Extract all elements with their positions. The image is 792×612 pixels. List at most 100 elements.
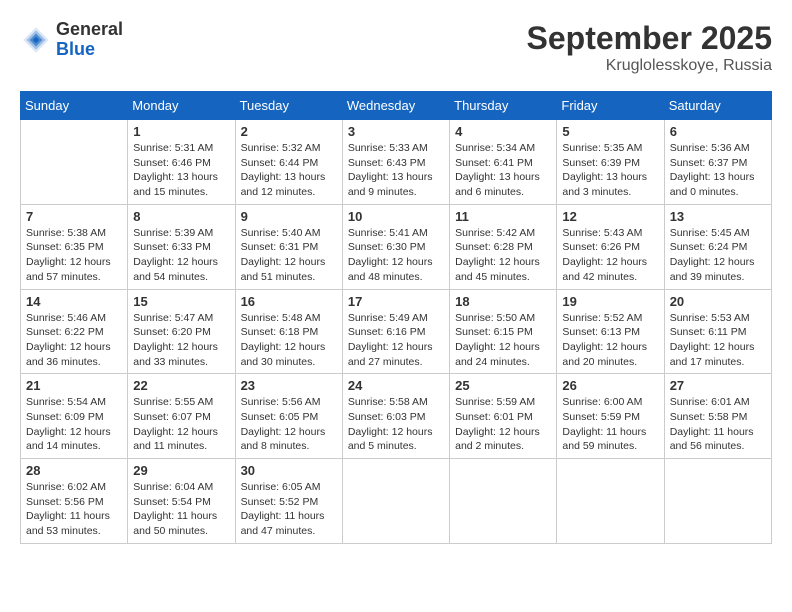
calendar-cell: 1 Sunrise: 5:31 AM Sunset: 6:46 PM Daylig… (128, 120, 235, 205)
logo-blue: Blue (56, 40, 123, 60)
calendar-cell: 28 Sunrise: 6:02 AM Sunset: 5:56 PM Dayli… (21, 459, 128, 544)
calendar-cell: 25 Sunrise: 5:59 AM Sunset: 6:01 PM Dayli… (450, 374, 557, 459)
logo-icon (20, 24, 52, 56)
day-number: 25 (455, 378, 551, 393)
day-number: 17 (348, 294, 444, 309)
day-info: Sunrise: 5:36 AM Sunset: 6:37 PM Dayligh… (670, 141, 766, 200)
day-info: Sunrise: 5:56 AM Sunset: 6:05 PM Dayligh… (241, 395, 337, 454)
logo-text: General Blue (56, 20, 123, 60)
day-number: 5 (562, 124, 658, 139)
calendar-cell: 19Sunrise: 5:52 AM Sunset: 6:13 PM Dayli… (557, 289, 664, 374)
day-info: Sunrise: 5:53 AM Sunset: 6:11 PM Dayligh… (670, 311, 766, 370)
logo: General Blue (20, 20, 123, 60)
day-info: Sunrise: 5:35 AM Sunset: 6:39 PM Dayligh… (562, 141, 658, 200)
calendar-cell: 8Sunrise: 5:39 AM Sunset: 6:33 PM Daylig… (128, 204, 235, 289)
calendar-cell: 23Sunrise: 5:56 AM Sunset: 6:05 PM Dayli… (235, 374, 342, 459)
day-number: 20 (670, 294, 766, 309)
day-info: Sunrise: 5:54 AM Sunset: 6:09 PM Dayligh… (26, 395, 122, 454)
day-info: Sunrise: 5:43 AM Sunset: 6:26 PM Dayligh… (562, 226, 658, 285)
calendar-cell: 21 Sunrise: 5:54 AM Sunset: 6:09 PM Dayli… (21, 374, 128, 459)
day-number: 18 (455, 294, 551, 309)
calendar-cell: 22 Sunrise: 5:55 AM Sunset: 6:07 PM Dayli… (128, 374, 235, 459)
day-number: 8 (133, 209, 229, 224)
calendar-cell (450, 459, 557, 544)
day-number: 28 (26, 463, 122, 478)
calendar-cell (21, 120, 128, 205)
calendar-cell: 29Sunrise: 6:04 AM Sunset: 5:54 PM Dayli… (128, 459, 235, 544)
day-info: Sunrise: 6:01 AM Sunset: 5:58 PM Dayligh… (670, 395, 766, 454)
calendar-cell: 5 Sunrise: 5:35 AM Sunset: 6:39 PM Daylig… (557, 120, 664, 205)
calendar-cell: 12 Sunrise: 5:43 AM Sunset: 6:26 PM Dayli… (557, 204, 664, 289)
calendar-cell: 26 Sunrise: 6:00 AM Sunset: 5:59 PM Dayli… (557, 374, 664, 459)
day-info: Sunrise: 5:45 AM Sunset: 6:24 PM Dayligh… (670, 226, 766, 285)
day-number: 10 (348, 209, 444, 224)
title-block: September 2025 Kruglolesskoye, Russia (527, 20, 772, 75)
day-info: Sunrise: 5:49 AM Sunset: 6:16 PM Dayligh… (348, 311, 444, 370)
day-info: Sunrise: 5:59 AM Sunset: 6:01 PM Dayligh… (455, 395, 551, 454)
day-info: Sunrise: 6:04 AM Sunset: 5:54 PM Dayligh… (133, 480, 229, 539)
calendar-cell: 20 Sunrise: 5:53 AM Sunset: 6:11 PM Dayli… (664, 289, 771, 374)
day-info: Sunrise: 5:41 AM Sunset: 6:30 PM Dayligh… (348, 226, 444, 285)
day-info: Sunrise: 5:31 AM Sunset: 6:46 PM Dayligh… (133, 141, 229, 200)
weekday-header-thursday: Thursday (450, 92, 557, 120)
calendar-cell: 6 Sunrise: 5:36 AM Sunset: 6:37 PM Daylig… (664, 120, 771, 205)
weekday-header-saturday: Saturday (664, 92, 771, 120)
calendar-cell: 27Sunrise: 6:01 AM Sunset: 5:58 PM Dayli… (664, 374, 771, 459)
day-number: 22 (133, 378, 229, 393)
day-number: 26 (562, 378, 658, 393)
day-number: 21 (26, 378, 122, 393)
day-number: 14 (26, 294, 122, 309)
calendar-cell: 11Sunrise: 5:42 AM Sunset: 6:28 PM Dayli… (450, 204, 557, 289)
day-number: 13 (670, 209, 766, 224)
day-info: Sunrise: 6:02 AM Sunset: 5:56 PM Dayligh… (26, 480, 122, 539)
weekday-header-row: SundayMondayTuesdayWednesdayThursdayFrid… (21, 92, 772, 120)
calendar-cell: 9 Sunrise: 5:40 AM Sunset: 6:31 PM Daylig… (235, 204, 342, 289)
weekday-header-tuesday: Tuesday (235, 92, 342, 120)
day-info: Sunrise: 5:33 AM Sunset: 6:43 PM Dayligh… (348, 141, 444, 200)
day-info: Sunrise: 5:55 AM Sunset: 6:07 PM Dayligh… (133, 395, 229, 454)
day-number: 9 (241, 209, 337, 224)
calendar-cell: 3 Sunrise: 5:33 AM Sunset: 6:43 PM Daylig… (342, 120, 449, 205)
week-row-3: 14 Sunrise: 5:46 AM Sunset: 6:22 PM Dayli… (21, 289, 772, 374)
week-row-5: 28 Sunrise: 6:02 AM Sunset: 5:56 PM Dayli… (21, 459, 772, 544)
calendar-cell: 17 Sunrise: 5:49 AM Sunset: 6:16 PM Dayli… (342, 289, 449, 374)
day-info: Sunrise: 5:38 AM Sunset: 6:35 PM Dayligh… (26, 226, 122, 285)
day-number: 11 (455, 209, 551, 224)
weekday-header-sunday: Sunday (21, 92, 128, 120)
day-info: Sunrise: 5:46 AM Sunset: 6:22 PM Dayligh… (26, 311, 122, 370)
calendar-cell: 10 Sunrise: 5:41 AM Sunset: 6:30 PM Dayli… (342, 204, 449, 289)
day-number: 6 (670, 124, 766, 139)
logo-general: General (56, 20, 123, 40)
day-info: Sunrise: 5:32 AM Sunset: 6:44 PM Dayligh… (241, 141, 337, 200)
day-number: 4 (455, 124, 551, 139)
day-number: 15 (133, 294, 229, 309)
day-number: 30 (241, 463, 337, 478)
day-number: 3 (348, 124, 444, 139)
day-number: 7 (26, 209, 122, 224)
page-header: General Blue September 2025 Kruglolessko… (20, 20, 772, 75)
day-number: 2 (241, 124, 337, 139)
calendar-cell: 18 Sunrise: 5:50 AM Sunset: 6:15 PM Dayli… (450, 289, 557, 374)
weekday-header-monday: Monday (128, 92, 235, 120)
calendar-cell: 16Sunrise: 5:48 AM Sunset: 6:18 PM Dayli… (235, 289, 342, 374)
day-info: Sunrise: 5:47 AM Sunset: 6:20 PM Dayligh… (133, 311, 229, 370)
calendar-cell (557, 459, 664, 544)
day-number: 12 (562, 209, 658, 224)
day-info: Sunrise: 5:52 AM Sunset: 6:13 PM Dayligh… (562, 311, 658, 370)
calendar-cell (342, 459, 449, 544)
day-info: Sunrise: 6:00 AM Sunset: 5:59 PM Dayligh… (562, 395, 658, 454)
weekday-header-friday: Friday (557, 92, 664, 120)
calendar-cell: 15 Sunrise: 5:47 AM Sunset: 6:20 PM Dayli… (128, 289, 235, 374)
calendar-cell: 24 Sunrise: 5:58 AM Sunset: 6:03 PM Dayli… (342, 374, 449, 459)
day-info: Sunrise: 5:50 AM Sunset: 6:15 PM Dayligh… (455, 311, 551, 370)
day-info: Sunrise: 5:58 AM Sunset: 6:03 PM Dayligh… (348, 395, 444, 454)
calendar-cell: 13 Sunrise: 5:45 AM Sunset: 6:24 PM Dayli… (664, 204, 771, 289)
location: Kruglolesskoye, Russia (527, 57, 772, 75)
day-info: Sunrise: 5:40 AM Sunset: 6:31 PM Dayligh… (241, 226, 337, 285)
day-number: 24 (348, 378, 444, 393)
weekday-header-wednesday: Wednesday (342, 92, 449, 120)
week-row-4: 21 Sunrise: 5:54 AM Sunset: 6:09 PM Dayli… (21, 374, 772, 459)
day-number: 1 (133, 124, 229, 139)
month-title: September 2025 (527, 20, 772, 57)
calendar-cell (664, 459, 771, 544)
